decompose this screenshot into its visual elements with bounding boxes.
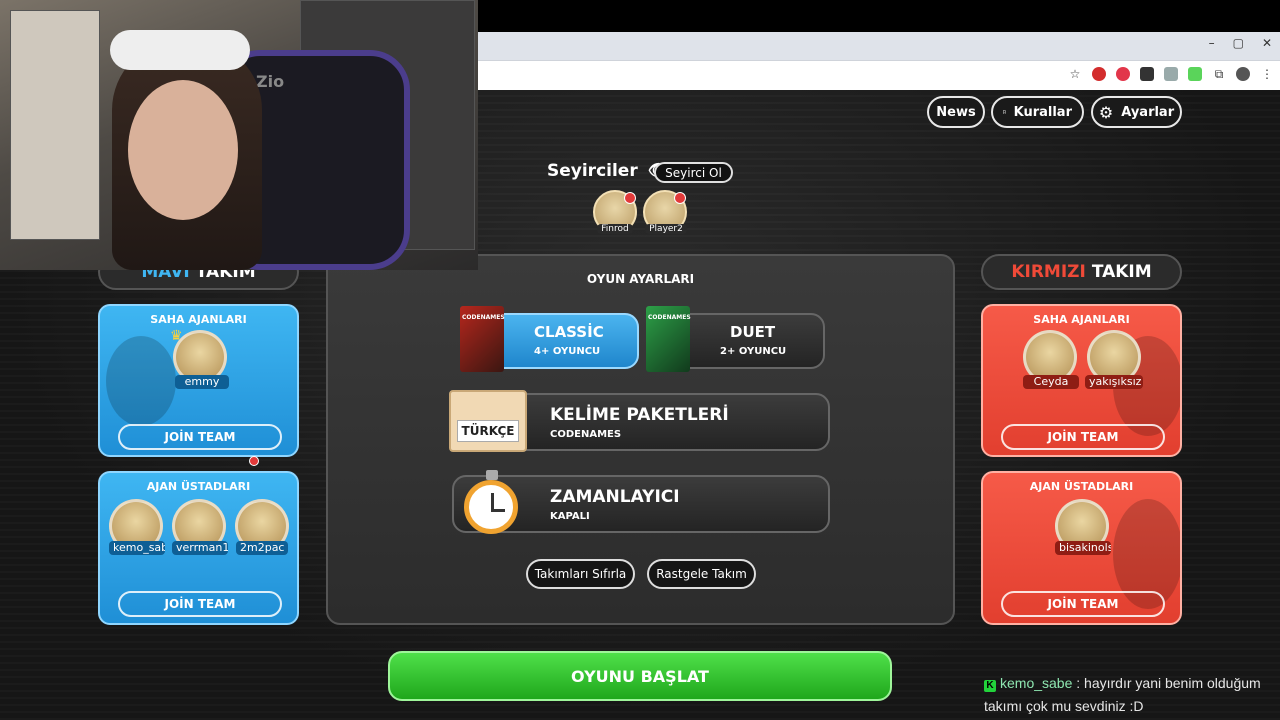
badge-icon: [624, 192, 636, 204]
player-name: verrman1: [172, 541, 228, 555]
news-label: News: [936, 104, 976, 120]
wall-posters: [10, 10, 100, 240]
bookmark-icon: [1003, 110, 1006, 114]
chat-message: Kkemo_sabe : hayırdır yani benim olduğum…: [984, 672, 1274, 718]
card-title: AJAN ÜSTADLARI: [1029, 480, 1134, 493]
player-name: kemo_sabe: [109, 541, 165, 555]
settings-button[interactable]: ⚙ Ayarlar: [1091, 96, 1182, 128]
start-game-button[interactable]: OYUNU BAŞLAT: [388, 651, 892, 701]
mode-subtitle: 2+ OYUNCU: [720, 346, 787, 357]
crown-icon: ♛: [170, 328, 183, 344]
word-card-icon: TÜRKÇE: [449, 390, 527, 452]
headband: [110, 30, 250, 70]
rules-label: Kurallar: [1013, 104, 1072, 120]
setting-subtitle: KAPALI: [550, 511, 590, 522]
star-icon[interactable]: ☆: [1068, 67, 1082, 81]
news-button[interactable]: News: [927, 96, 985, 128]
close-icon[interactable]: ✕: [1262, 36, 1272, 50]
maximize-icon[interactable]: ▢: [1233, 36, 1244, 50]
mode-title: CLASSİC: [534, 323, 604, 341]
no-entry-icon: [249, 456, 259, 466]
join-team-button[interactable]: JOİN TEAM: [118, 424, 282, 450]
setting-subtitle: CODENAMES: [550, 429, 622, 440]
blue-field-agents-card: SAHA AJANLARI ♛ emmy JOİN TEAM: [98, 304, 299, 457]
blue-spymasters-card: AJAN ÜSTADLARI kemo_sabe verrman1 2m2pac…: [98, 471, 299, 625]
setting-title: ZAMANLAYICI: [550, 487, 680, 507]
address-bar[interactable]: ☆ ⧉ ⋮: [478, 60, 1280, 90]
game-settings-panel: OYUN AYARLARI CLASSİC 4+ OYUNCU CODENAME…: [326, 254, 955, 625]
extension-shield-icon[interactable]: [1164, 67, 1178, 81]
gear-icon: ⚙: [1098, 102, 1114, 122]
menu-dots-icon[interactable]: ⋮: [1260, 67, 1274, 81]
spectator-name: Finrod: [597, 224, 633, 234]
mode-title: DUET: [730, 323, 776, 341]
stopwatch-button-icon: [486, 470, 498, 480]
streamer-face: [128, 80, 238, 220]
setting-title: KELİME PAKETLERİ: [550, 405, 729, 425]
join-team-button[interactable]: JOİN TEAM: [1001, 591, 1165, 617]
player-name: 2m2pac: [236, 541, 288, 555]
rules-button[interactable]: Kurallar: [991, 96, 1084, 128]
browser-top-strip: [478, 0, 1280, 32]
player-name: Ceyda: [1023, 375, 1079, 389]
panel-title: OYUN AYARLARI: [586, 272, 695, 286]
player-name: yakışıksız c: [1085, 375, 1143, 389]
minimize-icon[interactable]: –: [1209, 36, 1215, 50]
chat-username: kemo_sabe: [1000, 675, 1073, 691]
profile-icon[interactable]: [1236, 67, 1250, 81]
chat-badge: K: [984, 680, 996, 692]
agent-illustration: [106, 336, 176, 426]
card-title: SAHA AJANLARI: [1033, 313, 1130, 326]
red-spymasters-card: AJAN ÜSTADLARI bisakinols JOİN TEAM: [981, 471, 1182, 625]
join-team-button[interactable]: JOİN TEAM: [1001, 424, 1165, 450]
stopwatch-icon: [464, 480, 518, 534]
codenames-duet-box-art: CODENAMES: [646, 306, 691, 372]
browser-chrome: – ▢ ✕ ☆ ⧉ ⋮: [478, 32, 1280, 90]
card-title: AJAN ÜSTADLARI: [146, 480, 251, 493]
player-name: bisakinols: [1055, 541, 1111, 555]
player-name: emmy: [175, 375, 229, 389]
become-spectator-button[interactable]: Seyirci Ol: [654, 162, 733, 183]
extension-battery-icon[interactable]: [1188, 67, 1202, 81]
puzzle-icon[interactable]: ⧉: [1212, 67, 1226, 81]
card-title: SAHA AJANLARI: [150, 313, 247, 326]
game-stage: – ▢ ✕ ☆ ⧉ ⋮ News Kurallar ⚙ Ayarlar Seyi…: [0, 0, 1280, 720]
extension-red-icon[interactable]: [1092, 67, 1106, 81]
spectators-title: Seyirciler 👁: [547, 161, 669, 181]
extension-pocket-icon[interactable]: [1116, 67, 1130, 81]
mode-subtitle: 4+ OYUNCU: [534, 346, 601, 357]
reset-teams-button[interactable]: Takımları Sıfırla: [526, 559, 635, 589]
settings-label: Ayarlar: [1121, 104, 1175, 120]
red-field-agents-card: SAHA AJANLARI Ceyda yakışıksız c JOİN TE…: [981, 304, 1182, 457]
join-team-button[interactable]: JOİN TEAM: [118, 591, 282, 617]
webcam-overlay: Zio: [0, 0, 478, 270]
codenames-box-art: CODENAMES: [460, 306, 505, 372]
extension-icons: ☆ ⧉ ⋮: [1068, 67, 1274, 81]
random-teams-button[interactable]: Rastgele Takım: [647, 559, 756, 589]
red-team-header: KIRMIZI TAKIM: [981, 254, 1182, 290]
window-controls: – ▢ ✕: [1209, 36, 1272, 50]
word-card-label: TÜRKÇE: [461, 424, 515, 438]
badge-icon: [674, 192, 686, 204]
spectator-name: Player2: [645, 224, 687, 234]
extension-box-icon[interactable]: [1140, 67, 1154, 81]
chair-logo: Zio: [256, 72, 285, 91]
